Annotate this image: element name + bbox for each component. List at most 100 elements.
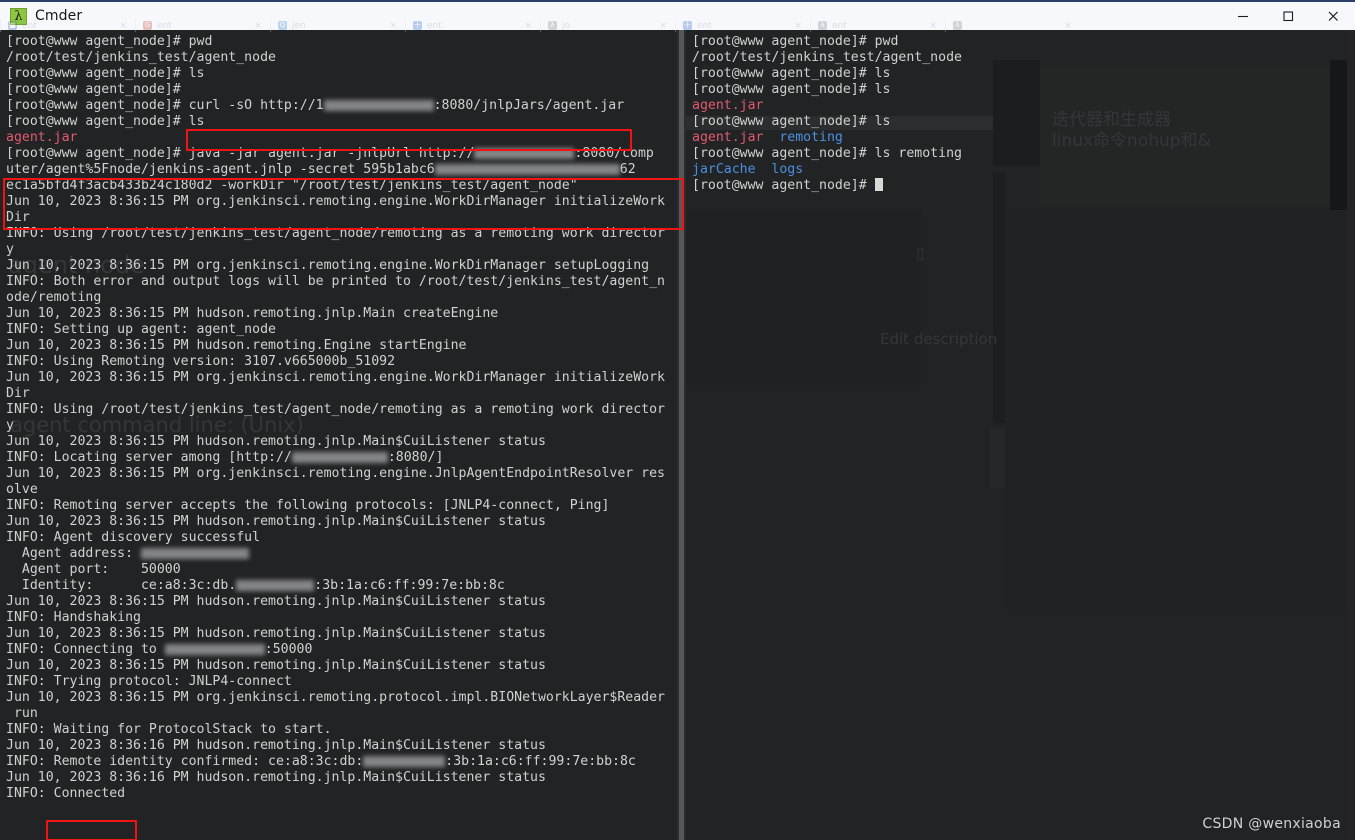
terminal-line: Jun 10, 2023 8:36:15 PM hudson.remoting.…: [6, 338, 665, 354]
terminal-line: [root@www agent_node]# java -jar agent.j…: [6, 146, 665, 162]
left-pane-scrollbar[interactable]: [677, 30, 686, 840]
terminal-line: INFO: Locating server among [http:// :808…: [6, 450, 665, 466]
terminal-text: Jun 10, 2023 8:36:15 PM hudson.remoting.…: [6, 434, 546, 449]
redacted-text: [323, 100, 434, 111]
terminal-text: /root/test/jenkins_test/agent_node: [6, 50, 276, 65]
terminal-text: Jun 10, 2023 8:36:15 PM hudson.remoting.…: [6, 514, 546, 529]
terminal-cursor: [874, 178, 883, 191]
terminal-line: INFO: Connecting to :50000: [6, 642, 665, 658]
terminal-line: [root@www agent_node]# pwd: [6, 34, 665, 50]
terminal-text: [root@www agent_node]# ls: [692, 66, 891, 81]
terminal-line: Dir: [6, 386, 665, 402]
terminal-text: remoting: [779, 130, 843, 145]
right-pane-scrollbar[interactable]: [1347, 30, 1355, 840]
terminal-line: agent.jar: [6, 130, 665, 146]
terminal-line: INFO: Using /root/test/jenkins_test/agen…: [6, 402, 665, 418]
terminal-text: INFO: Using Remoting version: 3107.v6650…: [6, 354, 396, 369]
terminal-line: INFO: Connected: [6, 786, 665, 802]
terminal-line: Jun 10, 2023 8:36:15 PM org.jenkinsci.re…: [6, 194, 665, 210]
terminal-line: Dir: [6, 210, 665, 226]
minimize-button[interactable]: [1220, 1, 1265, 31]
terminal-text: [root@www agent_node]# ls: [692, 82, 891, 97]
terminal-line: Jun 10, 2023 8:36:16 PM hudson.remoting.…: [6, 738, 665, 754]
terminal-line: [root@www agent_node]# ls: [692, 114, 962, 130]
terminal-text: Dir: [6, 386, 30, 401]
terminal-line: agent.jar remoting: [692, 130, 962, 146]
scrollbar-thumb[interactable]: [679, 30, 684, 840]
terminal-text: /root/test/jenkins_test/agent_node: [692, 50, 962, 65]
terminal-line: /root/test/jenkins_test/agent_node: [6, 50, 665, 66]
terminal-line: /root/test/jenkins_test/agent_node: [692, 50, 962, 66]
terminal-text: Jun 10, 2023 8:36:15 PM hudson.remoting.…: [6, 306, 499, 321]
terminal-text: y: [6, 418, 14, 433]
terminal-text: Jun 10, 2023 8:36:15 PM org.jenkinsci.re…: [6, 258, 650, 273]
terminal-line: INFO: Agent discovery successful: [6, 530, 665, 546]
terminal-line: agent.jar: [692, 98, 962, 114]
terminal-line: run: [6, 706, 665, 722]
redacted-text: [236, 580, 315, 591]
terminal-text: Agent address:: [6, 546, 141, 561]
terminal-text: Dir: [6, 210, 30, 225]
terminal-line: [root@www agent_node]# ls: [6, 66, 665, 82]
terminal-text: Jun 10, 2023 8:36:16 PM hudson.remoting.…: [6, 738, 546, 753]
terminal-text: uter/agent%5Fnode/jenkins-agent.jnlp -se…: [6, 162, 435, 177]
redacted-text: [363, 756, 446, 767]
terminal-text: ec1a5bfd4f3acb433b24c180d2 -workDir "/ro…: [6, 178, 578, 193]
terminal-line: INFO: Both error and output logs will be…: [6, 274, 665, 290]
terminal-text: Agent port: 50000: [6, 562, 181, 577]
terminal-output-right: [root@www agent_node]# pwd/root/test/jen…: [692, 34, 962, 194]
terminal-text: :8080/jnlpJars/agent.jar: [433, 98, 625, 113]
terminal-text: ode/remoting: [6, 290, 102, 305]
terminal-text: INFO: Agent discovery successful: [6, 530, 261, 545]
maximize-button[interactable]: [1265, 1, 1310, 31]
redacted-text: [164, 644, 265, 655]
terminal-text: INFO: Using /root/test/jenkins_test/agen…: [6, 226, 665, 241]
terminal-text: INFO: Locating server among [http://: [6, 450, 292, 465]
terminal-text: Jun 10, 2023 8:36:15 PM hudson.remoting.…: [6, 594, 546, 609]
terminal-text: agent.jar: [6, 130, 78, 145]
terminal-surface[interactable]: 迭代器和生成器 linux命令nohup和& Edit description age…: [0, 30, 1355, 840]
terminal-text: Jun 10, 2023 8:36:15 PM org.jenkinsci.re…: [6, 690, 665, 705]
terminal-line: Jun 10, 2023 8:36:16 PM hudson.remoting.…: [6, 770, 665, 786]
terminal-text: INFO: Waiting for ProtocolStack to start…: [6, 722, 332, 737]
terminal-text: Jun 10, 2023 8:36:15 PM org.jenkinsci.re…: [6, 194, 665, 209]
terminal-output-left: [root@www agent_node]# pwd/root/test/jen…: [6, 34, 665, 802]
title-bar: λ Cmder: [0, 0, 1355, 30]
terminal-text: Jun 10, 2023 8:36:16 PM hudson.remoting.…: [6, 770, 546, 785]
terminal-line: olve: [6, 482, 665, 498]
terminal-pane-left[interactable]: [root@www agent_node]# pwd/root/test/jen…: [0, 30, 677, 840]
terminal-line: INFO: Setting up agent: agent_node: [6, 322, 665, 338]
terminal-line: uter/agent%5Fnode/jenkins-agent.jnlp -se…: [6, 162, 665, 178]
terminal-text: INFO: Connecting to: [6, 642, 165, 657]
terminal-text: olve: [6, 482, 38, 497]
terminal-text: jarCache: [692, 162, 756, 177]
terminal-line: [root@www agent_node]# ls: [692, 66, 962, 82]
window-controls: [1220, 1, 1355, 31]
window-title: Cmder: [35, 8, 83, 24]
terminal-line: Agent port: 50000: [6, 562, 665, 578]
terminal-line: Jun 10, 2023 8:36:15 PM org.jenkinsci.re…: [6, 370, 665, 386]
lambda-icon: λ: [10, 7, 27, 25]
terminal-line: Agent address:: [6, 546, 665, 562]
terminal-line: [root@www agent_node]# pwd: [692, 34, 962, 50]
terminal-text: INFO: Remote identity confirmed: ce:a8:3…: [6, 754, 364, 769]
terminal-pane-right[interactable]: [root@www agent_node]# pwd/root/test/jen…: [686, 30, 1355, 840]
close-button[interactable]: [1310, 1, 1355, 31]
watermark: CSDN @wenxiaoba: [1202, 816, 1341, 832]
terminal-text: :8080/]: [387, 450, 444, 465]
terminal-line: Jun 10, 2023 8:36:15 PM org.jenkinsci.re…: [6, 690, 665, 706]
terminal-text: INFO: Using /root/test/jenkins_test/agen…: [6, 402, 665, 417]
redacted-text: [474, 148, 575, 159]
terminal-text: [root@www agent_node]# pwd: [6, 34, 213, 49]
terminal-text: INFO: Both error and output logs will be…: [6, 274, 665, 289]
terminal-text: [root@www agent_node]# ls: [692, 114, 891, 129]
terminal-text: [root@www agent_node]#: [692, 178, 875, 193]
terminal-text: INFO: Connected: [6, 786, 126, 801]
terminal-text: :8080/comp: [574, 146, 654, 161]
terminal-line: INFO: Waiting for ProtocolStack to start…: [6, 722, 665, 738]
terminal-line: Jun 10, 2023 8:36:15 PM hudson.remoting.…: [6, 434, 665, 450]
terminal-line: Identity: ce:a8:3c:db.:3b:1a:c6:ff:99:7e…: [6, 578, 665, 594]
terminal-line: jarCache logs: [692, 162, 962, 178]
